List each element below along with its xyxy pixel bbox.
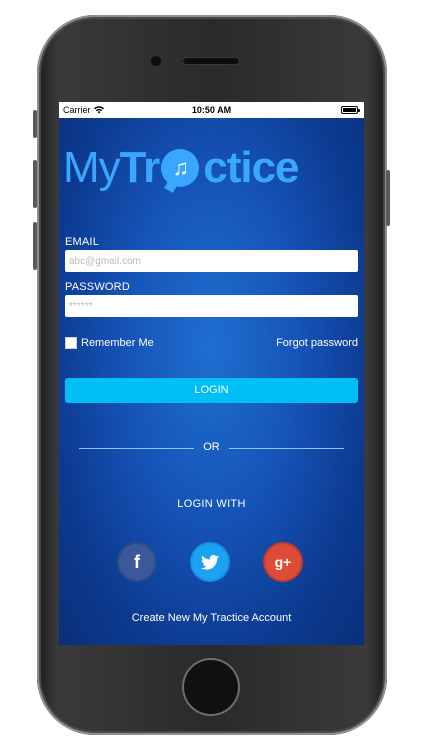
google-plus-login-button[interactable]: g+ (265, 544, 301, 580)
battery-icon (341, 106, 360, 114)
password-placeholder: ****** (69, 300, 93, 312)
status-time: 10:50 AM (191, 105, 232, 115)
remember-me-label[interactable]: Remember Me (81, 337, 154, 349)
login-button[interactable]: LOGIN (65, 378, 358, 403)
login-with-label: LOGIN WITH (177, 498, 246, 510)
facebook-login-button[interactable]: f (119, 544, 155, 580)
mute-switch (33, 110, 37, 138)
earpiece-speaker (183, 58, 239, 64)
email-field[interactable]: abc@gmail.com (65, 250, 358, 272)
twitter-login-button[interactable] (192, 544, 228, 580)
or-text: OR (203, 441, 220, 453)
facebook-icon: f (134, 551, 140, 572)
divider-line-right (229, 448, 344, 449)
app-logo: My Tr ♫ ctice (63, 140, 363, 196)
logo-text-my: My (63, 143, 121, 192)
logo-text-ctice: ctice (203, 143, 299, 192)
email-label: EMAIL (65, 236, 100, 248)
app-screen: Carrier 10:50 AM My Tr ♫ ctice EMAIL abc… (59, 102, 364, 645)
home-button[interactable] (184, 660, 238, 714)
google-plus-icon: g+ (274, 554, 292, 570)
status-bar: Carrier 10:50 AM (59, 102, 364, 118)
password-field[interactable]: ****** (65, 295, 358, 317)
email-placeholder: abc@gmail.com (69, 255, 141, 267)
music-note-icon: ♫ (161, 149, 200, 187)
power-button (386, 170, 390, 226)
logo-text-tr: Tr (119, 143, 161, 192)
password-label: PASSWORD (65, 281, 130, 293)
logo-badge-glyph: ♫ (172, 155, 188, 180)
volume-up-button (33, 160, 37, 208)
front-camera (151, 56, 161, 66)
forgot-password-link[interactable]: Forgot password (276, 337, 358, 349)
twitter-icon (201, 554, 219, 570)
create-account-link[interactable]: Create New My Tractice Account (59, 612, 364, 624)
remember-me-checkbox[interactable] (65, 337, 77, 349)
or-divider: OR (59, 441, 364, 455)
volume-down-button (33, 222, 37, 270)
